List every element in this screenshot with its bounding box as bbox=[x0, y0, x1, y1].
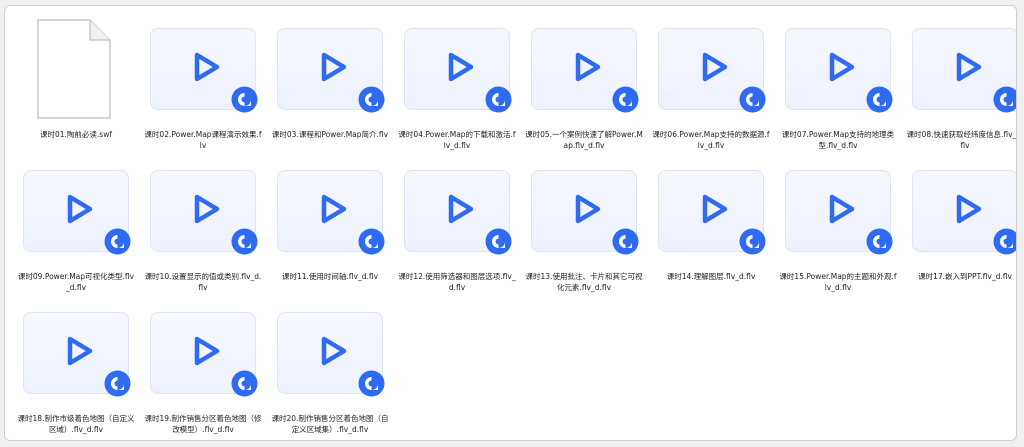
file-name-label: 课时03.课程和Power.Map简介.flv bbox=[271, 130, 389, 139]
video-play-icon bbox=[194, 194, 220, 224]
file-name-label: 课时19.制作销售分区着色地图（修改模型）.flv_d.flv bbox=[144, 414, 262, 434]
file-name-label: 课时12.使用筛选器和图层选项.flv_d.flv bbox=[398, 272, 516, 292]
file-item[interactable]: 课时07.Power.Map支持的地理类型.flv_d.flv bbox=[775, 16, 901, 158]
video-play-icon bbox=[194, 336, 220, 366]
video-player-app-badge-icon bbox=[866, 86, 893, 113]
video-play-icon bbox=[448, 194, 474, 224]
file-item[interactable]: 课时20.制作销售分区着色地图（自定义区域集）.flv_d.flv bbox=[267, 300, 393, 440]
file-item[interactable]: 课时09.Power.Map可视化类型.flv_d.flv bbox=[13, 158, 139, 300]
file-grid: 课时01.陶前必读.swf 课时02.Power.Map课程演示效果.flv 课… bbox=[13, 16, 1017, 440]
file-item[interactable]: 课时06.Power.Map支持的数据源.flv_d.flv bbox=[648, 16, 774, 158]
file-item[interactable]: 课时15.Power.Map的主题和外观.flv_d.flv bbox=[775, 158, 901, 300]
video-play-icon bbox=[321, 194, 347, 224]
file-name-label: 课时18.制作市级着色地图（自定义区域）.flv_d.flv bbox=[17, 414, 135, 434]
video-player-app-badge-icon bbox=[739, 228, 766, 255]
file-name-label: 课时02.Power.Map课程演示效果.flv bbox=[144, 130, 262, 150]
video-thumbnail bbox=[150, 28, 258, 113]
video-player-app-badge-icon bbox=[866, 228, 893, 255]
video-thumbnail bbox=[531, 170, 639, 255]
file-name-label: 课时13.使用批注、卡片和其它可视化元素.flv_d.flv bbox=[525, 272, 643, 292]
file-item[interactable]: 课时02.Power.Map课程演示效果.flv bbox=[140, 16, 266, 158]
video-thumbnail bbox=[785, 170, 893, 255]
video-thumbnail bbox=[912, 170, 1016, 255]
video-player-app-badge-icon bbox=[739, 86, 766, 113]
file-item[interactable]: 课时01.陶前必读.swf bbox=[13, 16, 139, 158]
file-item[interactable]: 课时18.制作市级着色地图（自定义区域）.flv_d.flv bbox=[13, 300, 139, 440]
video-thumbnail bbox=[150, 312, 258, 397]
file-item[interactable]: 课时17.嵌入到PPT.flv_d.flv bbox=[902, 158, 1016, 300]
video-play-icon bbox=[321, 336, 347, 366]
file-item[interactable]: 课时08.快速获取经纬度信息.flv_d.flv bbox=[902, 16, 1017, 158]
file-item[interactable]: 课时13.使用批注、卡片和其它可视化元素.flv_d.flv bbox=[521, 158, 647, 300]
video-thumbnail bbox=[658, 28, 766, 113]
file-name-label: 课时14.理解图层.flv_d.flv bbox=[666, 272, 756, 281]
file-name-label: 课时11.使用时间轴.flv_d.flv bbox=[281, 272, 379, 281]
video-play-icon bbox=[575, 52, 601, 82]
file-name-label: 课时05.一个案例快速了解Power.Map.flv_d.flv bbox=[525, 130, 643, 150]
video-play-icon bbox=[575, 194, 601, 224]
video-player-app-badge-icon bbox=[231, 370, 258, 397]
file-item[interactable]: 课时12.使用筛选器和图层选项.flv_d.flv bbox=[394, 158, 520, 300]
video-player-app-badge-icon bbox=[612, 86, 639, 113]
video-thumbnail bbox=[277, 170, 385, 255]
video-play-icon bbox=[829, 52, 855, 82]
video-thumbnail bbox=[785, 28, 893, 113]
video-play-icon bbox=[956, 52, 982, 82]
video-player-app-badge-icon bbox=[231, 228, 258, 255]
video-play-icon bbox=[67, 194, 93, 224]
video-play-icon bbox=[702, 194, 728, 224]
file-item[interactable]: 课时11.使用时间轴.flv_d.flv bbox=[267, 158, 393, 300]
video-thumbnail bbox=[23, 170, 131, 255]
file-explorer-window: 课时01.陶前必读.swf 课时02.Power.Map课程演示效果.flv 课… bbox=[4, 5, 1017, 441]
video-thumbnail bbox=[150, 170, 258, 255]
blank-document-icon bbox=[37, 19, 111, 119]
file-item[interactable]: 课时03.课程和Power.Map简介.flv bbox=[267, 16, 393, 158]
file-name-label: 课时04.Power.Map的下载和激活.flv_d.flv bbox=[398, 130, 516, 150]
video-player-app-badge-icon bbox=[358, 228, 385, 255]
file-item[interactable]: 课时14.理解图层.flv_d.flv bbox=[648, 158, 774, 300]
file-name-label: 课时06.Power.Map支持的数据源.flv_d.flv bbox=[652, 130, 770, 150]
file-name-label: 课时20.制作销售分区着色地图（自定义区域集）.flv_d.flv bbox=[271, 414, 389, 434]
file-item[interactable]: 课时05.一个案例快速了解Power.Map.flv_d.flv bbox=[521, 16, 647, 158]
file-name-label: 课时07.Power.Map支持的地理类型.flv_d.flv bbox=[781, 130, 895, 150]
video-thumbnail bbox=[658, 170, 766, 255]
video-player-app-badge-icon bbox=[993, 228, 1016, 255]
file-name-label: 课时08.快速获取经纬度信息.flv_d.flv bbox=[906, 130, 1017, 150]
video-play-icon bbox=[829, 194, 855, 224]
file-name-label: 课时10.设置显示的值或类别.flv_d.flv bbox=[144, 272, 262, 292]
video-player-app-badge-icon bbox=[358, 86, 385, 113]
video-player-app-badge-icon bbox=[104, 228, 131, 255]
video-thumbnail bbox=[404, 28, 512, 113]
video-player-app-badge-icon bbox=[231, 86, 258, 113]
video-play-icon bbox=[67, 336, 93, 366]
video-player-app-badge-icon bbox=[104, 370, 131, 397]
file-item[interactable]: 课时19.制作销售分区着色地图（修改模型）.flv_d.flv bbox=[140, 300, 266, 440]
video-player-app-badge-icon bbox=[358, 370, 385, 397]
video-player-app-badge-icon bbox=[485, 228, 512, 255]
video-play-icon bbox=[194, 52, 220, 82]
file-name-label: 课时17.嵌入到PPT.flv_d.flv bbox=[918, 272, 1012, 281]
video-play-icon bbox=[321, 52, 347, 82]
file-item[interactable]: 课时04.Power.Map的下载和激活.flv_d.flv bbox=[394, 16, 520, 158]
video-thumbnail bbox=[23, 312, 131, 397]
video-thumbnail bbox=[531, 28, 639, 113]
video-play-icon bbox=[448, 52, 474, 82]
file-name-label: 课时09.Power.Map可视化类型.flv_d.flv bbox=[17, 272, 135, 292]
video-player-app-badge-icon bbox=[485, 86, 512, 113]
video-play-icon bbox=[702, 52, 728, 82]
video-player-app-badge-icon bbox=[993, 86, 1016, 113]
video-thumbnail bbox=[277, 312, 385, 397]
video-thumbnail bbox=[912, 28, 1016, 113]
file-name-label: 课时01.陶前必读.swf bbox=[40, 130, 112, 139]
file-name-label: 课时15.Power.Map的主题和外观.flv_d.flv bbox=[779, 272, 897, 292]
video-thumbnail bbox=[277, 28, 385, 113]
file-item[interactable]: 课时10.设置显示的值或类别.flv_d.flv bbox=[140, 158, 266, 300]
video-thumbnail bbox=[404, 170, 512, 255]
video-player-app-badge-icon bbox=[612, 228, 639, 255]
video-play-icon bbox=[956, 194, 982, 224]
